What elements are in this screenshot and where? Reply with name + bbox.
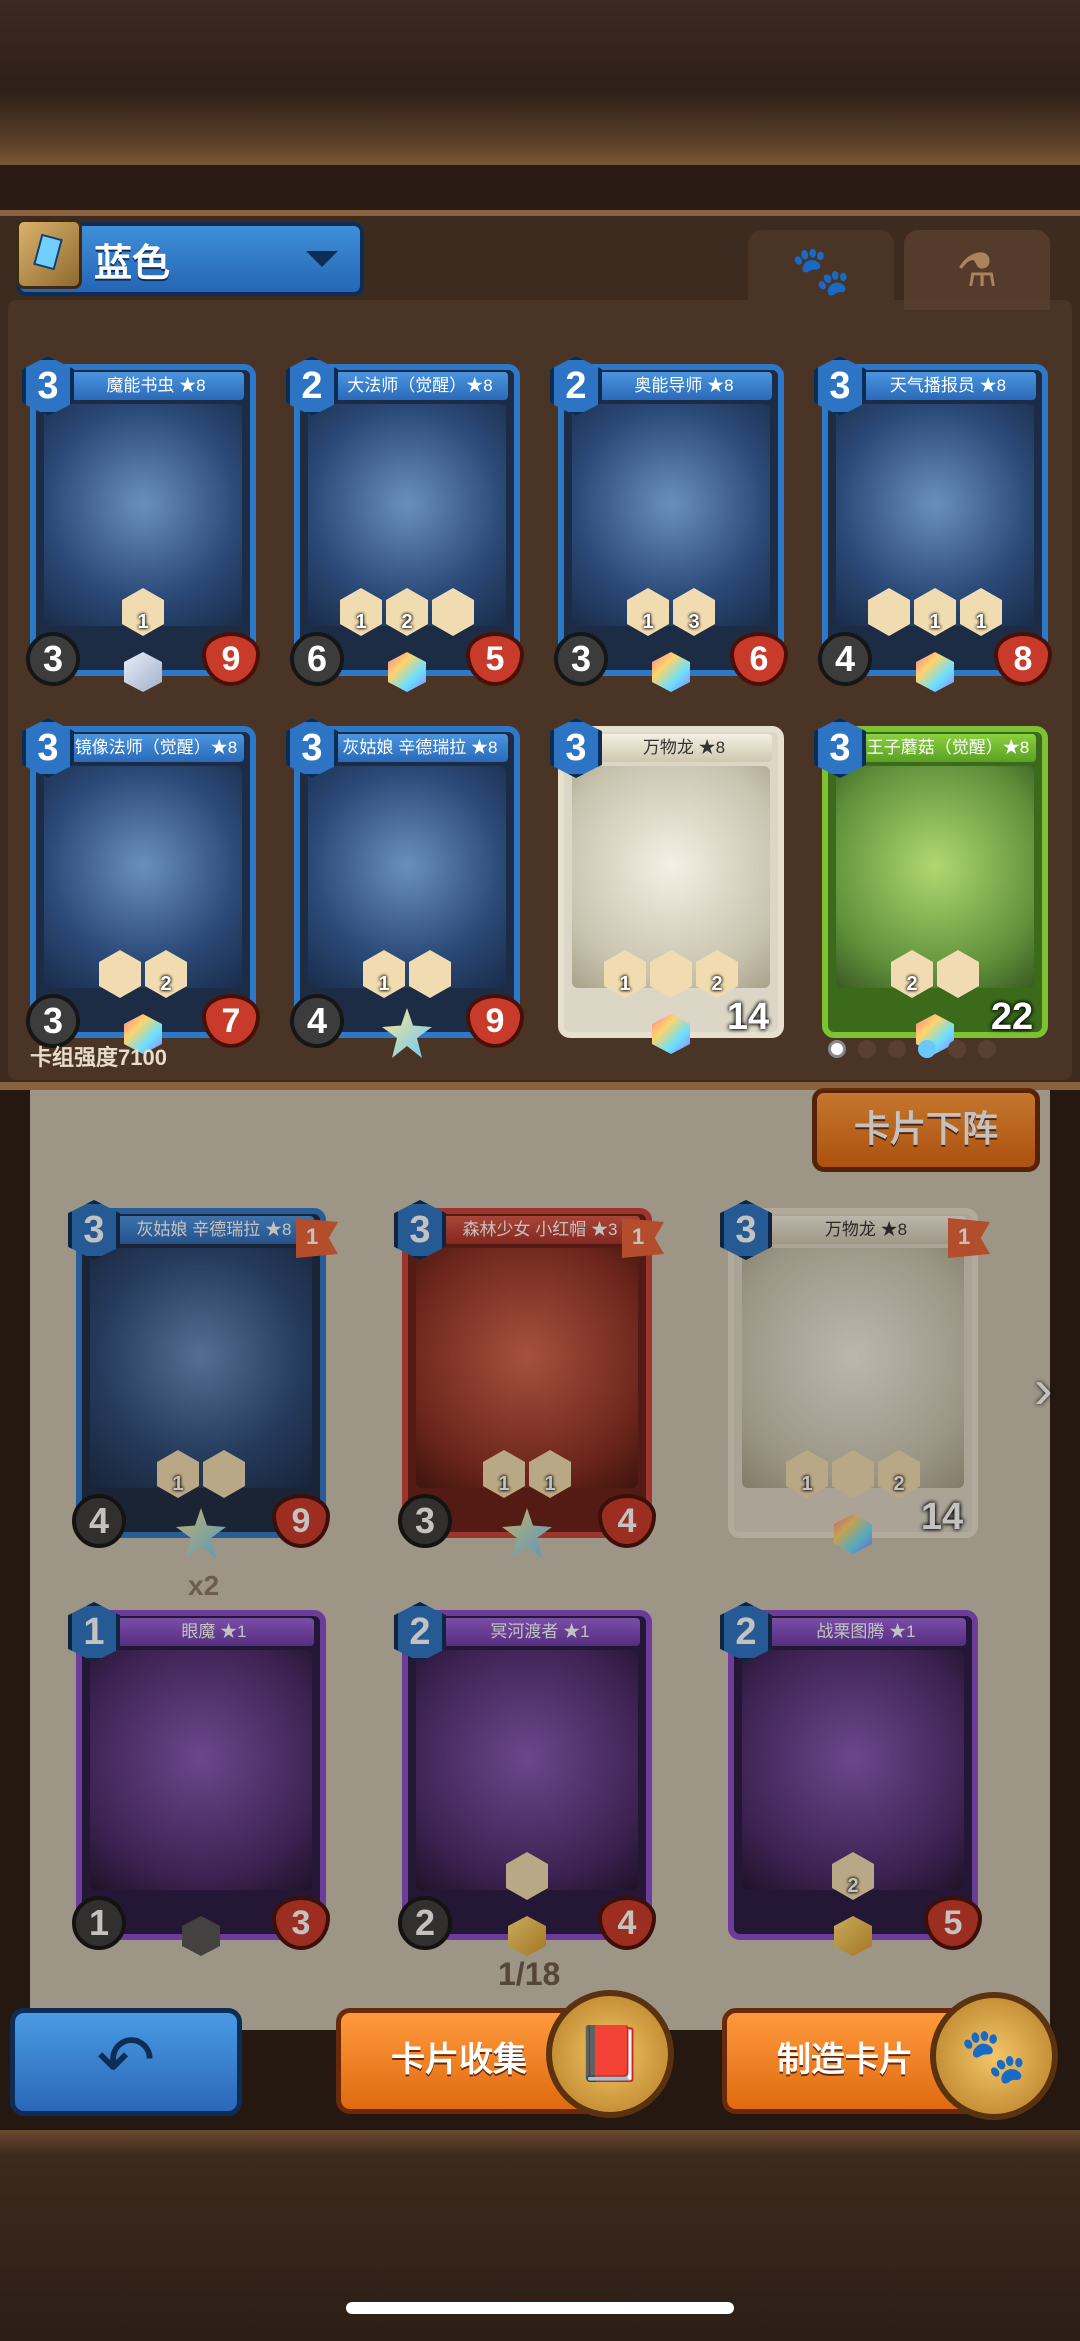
collection-card[interactable]: 灰姑娘 辛德瑞拉 ★8 3 1 1 4 9 (68, 1200, 338, 1558)
card-name: 眼魔 ★1 (114, 1618, 314, 1646)
card-attack: 6 (290, 632, 344, 686)
card-attack: 4 (290, 994, 344, 1048)
deck-card[interactable]: 天气播报员 ★8 3 11 4 8 (814, 356, 1052, 692)
card-name: 万物龙 ★8 (766, 1216, 966, 1244)
card-name: 战栗图腾 ★1 (766, 1618, 966, 1646)
deck-card[interactable]: 奥能导师 ★8 2 13 3 6 (550, 356, 788, 692)
home-indicator[interactable] (346, 2302, 734, 2314)
card-name: 森林少女 小红帽 ★3 (440, 1216, 640, 1244)
card-attack: 3 (398, 1494, 452, 1548)
page-indicator: 1/18 (498, 1956, 561, 1992)
potion-jar-icon: 🐾 (930, 1992, 1058, 2120)
craft-card-label: 制造卡片 (777, 2041, 913, 2079)
card-name: 魔能书虫 ★8 (68, 372, 244, 400)
top-wood-frame (0, 0, 1080, 165)
tab-creatures[interactable]: 🐾 (748, 230, 894, 310)
copies-label: x2 (188, 1570, 220, 1601)
flask-icon: ⚗ (956, 244, 998, 296)
card-art (90, 1650, 312, 1890)
unload-card-button[interactable]: 卡片下阵 (812, 1088, 1040, 1172)
card-name: 万物龙 ★8 (596, 734, 772, 762)
next-page-arrow-icon[interactable]: › (1034, 1356, 1053, 1421)
eye-skill-icon (506, 1852, 548, 1900)
deck-power-label: 卡组强度7100 (30, 1045, 167, 1070)
tab-potions[interactable]: ⚗ (904, 230, 1050, 310)
filter-dot[interactable] (948, 1040, 966, 1058)
card-name: 天气播报员 ★8 (860, 372, 1036, 400)
card-name: 灰姑娘 辛德瑞拉 ★8 (114, 1216, 314, 1244)
back-button[interactable]: ↶ (10, 2008, 242, 2116)
deck-name: 蓝色 (94, 242, 171, 285)
collection-card[interactable]: 眼魔 ★1 1 1 3 (68, 1602, 330, 1956)
back-arrow-icon: ↶ (96, 2021, 156, 2099)
deck-card[interactable]: 大法师（觉醒）★8 2 12 6 5 (286, 356, 524, 692)
card-attack: 3 (26, 632, 80, 686)
collection-card[interactable]: 战栗图腾 ★1 2 2 5 (720, 1602, 982, 1956)
card-attack: 4 (818, 632, 872, 686)
deck-selector-dropdown[interactable]: 蓝色 (16, 219, 364, 296)
deck-card[interactable]: 王子蘑菇（觉醒）★8 3 2 22 (814, 718, 1048, 1054)
paw-icon: 🐾 (791, 244, 851, 298)
deck-card[interactable]: 灰姑娘 辛德瑞拉 ★8 3 1 4 9 (286, 718, 524, 1058)
chevron-down-icon (306, 251, 338, 267)
deck-card[interactable]: 魔能书虫 ★8 3 1 3 9 (22, 356, 260, 692)
filter-dot[interactable] (858, 1040, 876, 1058)
card-collection-label: 卡片收集 (391, 2041, 527, 2079)
deck-card[interactable]: 镜像法师（觉醒）★8 3 2 3 7 (22, 718, 260, 1054)
filter-dot[interactable] (888, 1040, 906, 1058)
filter-dots (828, 1040, 996, 1058)
card-attack: 2 (398, 1896, 452, 1950)
card-name: 奥能导师 ★8 (596, 372, 772, 400)
collection-card[interactable]: 冥河渡者 ★1 2 2 4 (394, 1602, 656, 1956)
card-attack: 3 (554, 632, 608, 686)
collection-card[interactable]: 万物龙 ★8 3 1 12 14 (720, 1200, 990, 1554)
filter-dot-water[interactable] (918, 1040, 936, 1058)
card-name: 王子蘑菇（觉醒）★8 (860, 734, 1036, 762)
collection-card[interactable]: 森林少女 小红帽 ★3 3 1 11 3 4 (394, 1200, 664, 1558)
card-attack: 4 (72, 1494, 126, 1548)
filter-dot-all[interactable] (828, 1040, 846, 1058)
card-name: 大法师（觉醒）★8 (332, 372, 508, 400)
card-book-icon: 📕 (546, 1990, 674, 2118)
card-attack: 1 (72, 1896, 126, 1950)
spellbook-icon (16, 219, 82, 289)
filter-dot[interactable] (978, 1040, 996, 1058)
card-name: 冥河渡者 ★1 (440, 1618, 640, 1646)
card-name: 灰姑娘 辛德瑞拉 ★8 (332, 734, 508, 762)
card-name: 镜像法师（觉醒）★8 (68, 734, 244, 762)
deck-card[interactable]: 万物龙 ★8 3 12 14 (550, 718, 784, 1054)
